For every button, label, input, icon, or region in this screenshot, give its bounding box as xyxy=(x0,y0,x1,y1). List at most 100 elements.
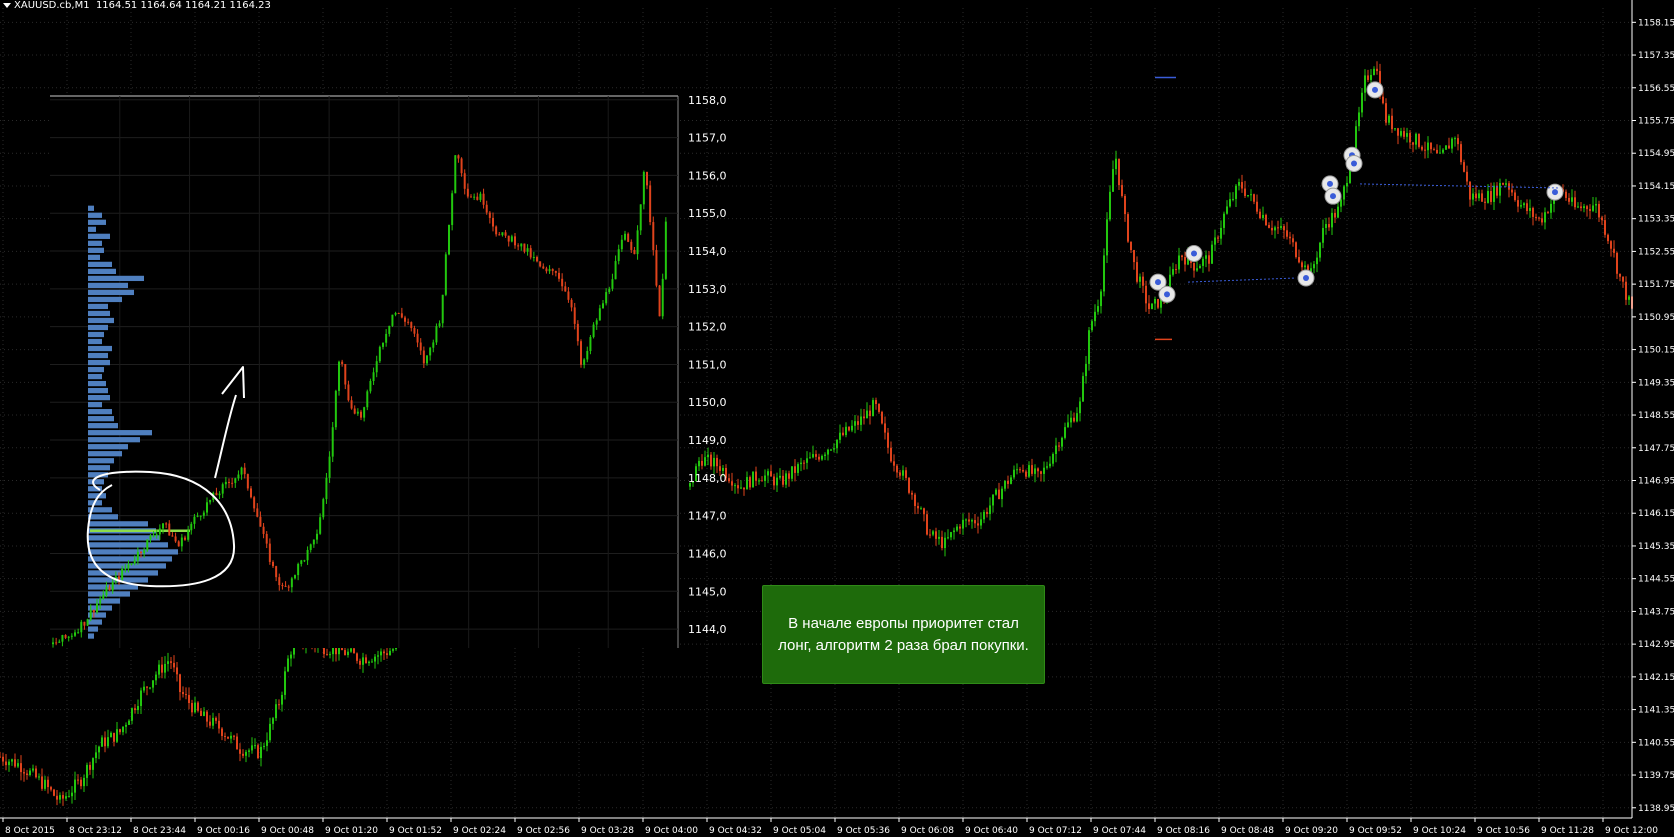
y-tick-label: 1146.15 xyxy=(1638,509,1674,519)
candle-body xyxy=(872,400,874,417)
x-tick-label: 9 Oct 02:56 xyxy=(517,826,570,836)
candle-body xyxy=(124,568,127,570)
candle-body xyxy=(476,196,479,200)
candle-body xyxy=(1397,128,1399,136)
candle-body xyxy=(498,234,501,236)
candle-body xyxy=(74,632,76,636)
candle-body xyxy=(1007,480,1009,484)
price-chart[interactable]: 1158.15 1157.35 1156.55 1155.75 1154.95 1154.… xyxy=(0,0,1674,837)
candle-body xyxy=(164,663,166,673)
candle-body xyxy=(108,587,111,591)
candle-body xyxy=(1151,303,1153,310)
candle-body xyxy=(1433,149,1435,151)
candle-body xyxy=(239,749,241,754)
trade-marker-dot-icon xyxy=(1552,189,1558,196)
candle-body xyxy=(454,155,457,194)
candle-body xyxy=(517,245,520,247)
candle-body xyxy=(716,457,718,467)
candle-body xyxy=(743,487,745,490)
candle-body xyxy=(113,732,115,742)
candle-body xyxy=(617,249,620,262)
level-line xyxy=(1187,277,1297,283)
candle-body xyxy=(61,635,64,642)
candle-body xyxy=(110,732,112,738)
candle-body xyxy=(523,243,526,252)
candle-body xyxy=(1322,227,1324,243)
candle-body xyxy=(1430,142,1432,150)
candle-body xyxy=(254,745,256,747)
volume-profile-bar xyxy=(88,310,110,317)
candle-body xyxy=(394,313,397,315)
candle-body xyxy=(86,764,88,778)
candle-body xyxy=(1598,204,1600,218)
trade-marker-dot-icon xyxy=(1330,193,1336,200)
candle-body xyxy=(347,384,350,401)
candle-body xyxy=(728,478,730,482)
candle-body xyxy=(1442,149,1444,153)
candle-body xyxy=(905,470,907,478)
candle-body xyxy=(1619,273,1621,277)
candle-body xyxy=(118,576,120,580)
candle-body xyxy=(1424,149,1426,151)
candle-body xyxy=(122,726,124,733)
candle-body xyxy=(188,694,190,704)
candle-body xyxy=(326,654,328,656)
candle-body xyxy=(1019,469,1021,471)
candle-body xyxy=(1346,182,1348,187)
candle-body xyxy=(386,653,388,656)
candle-body xyxy=(1214,237,1216,245)
candle-body xyxy=(1025,471,1027,477)
candle-body xyxy=(1304,265,1306,268)
candle-body xyxy=(1235,185,1237,199)
volume-profile-bar xyxy=(88,437,140,443)
candle-body xyxy=(887,432,889,448)
candle-body xyxy=(187,530,190,540)
candle-body xyxy=(845,426,847,436)
candle-body xyxy=(372,372,375,382)
candle-body xyxy=(231,482,234,484)
candle-body xyxy=(854,421,856,426)
candle-body xyxy=(155,534,158,536)
candle-body xyxy=(1457,138,1459,145)
candle-body xyxy=(344,364,347,385)
candle-body xyxy=(1526,203,1528,211)
volume-profile-bar xyxy=(88,542,168,548)
candle-body xyxy=(53,789,55,796)
y-tick-label: 1140.55 xyxy=(1638,738,1674,748)
candle-body xyxy=(1613,248,1615,253)
candle-body xyxy=(176,667,178,675)
candle-body xyxy=(1262,214,1264,219)
candle-body xyxy=(1091,321,1093,331)
candle-body xyxy=(80,621,83,633)
x-tick-label: 9 Oct 03:28 xyxy=(581,826,634,836)
candle-body xyxy=(203,711,205,716)
candle-body xyxy=(1211,244,1213,264)
candle-body xyxy=(529,248,532,258)
candle-body xyxy=(0,756,1,758)
candle-body xyxy=(246,474,249,489)
candle-body xyxy=(779,475,781,478)
volume-profile-bar xyxy=(88,247,104,253)
trade-marker-dot-icon xyxy=(1372,86,1378,93)
candle-body xyxy=(1628,296,1630,300)
dropdown-triangle-icon[interactable] xyxy=(3,2,11,8)
candle-body xyxy=(1058,445,1060,447)
volume-profile-bar xyxy=(88,345,112,352)
x-tick-label: 9 Oct 09:20 xyxy=(1285,826,1338,836)
candle-body xyxy=(119,729,121,733)
candle-body xyxy=(1073,417,1075,422)
candle-body xyxy=(1142,276,1144,286)
volume-profile-bar xyxy=(88,380,106,387)
candle-body xyxy=(1010,477,1012,484)
candle-body xyxy=(400,313,403,318)
volume-profile-bar xyxy=(88,324,108,331)
candle-body xyxy=(105,587,108,595)
candle-body xyxy=(983,511,985,520)
candle-body xyxy=(470,196,472,198)
candle-body xyxy=(256,508,259,517)
candle-body xyxy=(1406,133,1408,137)
candle-body xyxy=(998,489,1000,500)
candle-body xyxy=(1538,217,1540,219)
candle-body xyxy=(158,664,160,675)
candle-body xyxy=(96,603,98,613)
